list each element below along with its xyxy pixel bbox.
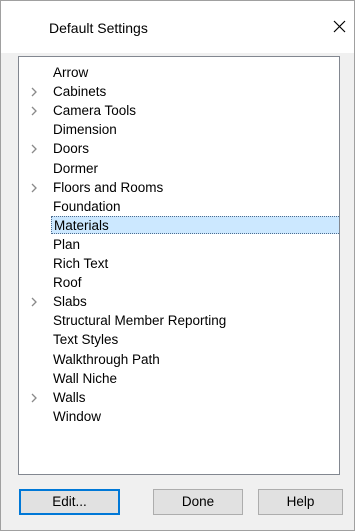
tree-item-plan[interactable]: Plan bbox=[19, 235, 339, 255]
tree-item-label: Plan bbox=[53, 236, 81, 252]
tree-item-label: Wall Niche bbox=[53, 370, 118, 386]
tree-item-label: Text Styles bbox=[53, 332, 119, 348]
tree-item-label: Camera Tools bbox=[53, 103, 137, 119]
tree-item-cabinets[interactable]: Cabinets bbox=[19, 82, 339, 102]
tree-item-label: Floors and Rooms bbox=[53, 179, 164, 195]
chevron-right-icon[interactable] bbox=[29, 296, 39, 308]
tree-item-label: Rich Text bbox=[53, 256, 109, 271]
tree-item-slabs[interactable]: Slabs bbox=[19, 292, 339, 312]
tree-item-label: Cabinets bbox=[53, 84, 107, 100]
done-button[interactable]: Done bbox=[153, 489, 243, 515]
tree-item-label: Materials bbox=[51, 215, 339, 234]
chevron-right-icon[interactable] bbox=[29, 392, 39, 404]
default-settings-dialog: Default Settings Arrow Cabinets Camera Too… bbox=[0, 0, 355, 531]
tree-item-walls[interactable]: Walls bbox=[19, 388, 339, 408]
tree-item-label: Structural Member Reporting bbox=[53, 313, 227, 329]
close-icon bbox=[333, 20, 345, 33]
tree-item-label: Foundation bbox=[53, 198, 121, 214]
tree-item-label: Arrow bbox=[53, 65, 89, 80]
tree-item-label: Walkthrough Path bbox=[53, 351, 160, 367]
edit-button[interactable]: Edit... bbox=[19, 489, 120, 515]
chevron-right-icon[interactable] bbox=[29, 105, 39, 117]
tree-item-label: Doors bbox=[53, 141, 90, 157]
tree-item-dimension[interactable]: Dimension bbox=[19, 120, 339, 140]
tree-item-floors-and-rooms[interactable]: Floors and Rooms bbox=[19, 178, 339, 198]
tree-item-roof[interactable]: Roof bbox=[19, 273, 339, 293]
tree-item-arrow[interactable]: Arrow bbox=[19, 63, 339, 83]
tree-item-structural-member-reporting[interactable]: Structural Member Reporting bbox=[19, 311, 339, 331]
dialog-title: Default Settings bbox=[49, 20, 148, 36]
tree-item-label: Slabs bbox=[53, 294, 87, 310]
help-button[interactable]: Help bbox=[258, 489, 343, 515]
title-bar: Default Settings bbox=[1, 1, 354, 53]
chevron-right-icon[interactable] bbox=[29, 143, 39, 155]
tree-item-label: Dimension bbox=[53, 122, 117, 138]
tree-item-label: Window bbox=[53, 408, 102, 424]
close-button[interactable] bbox=[326, 13, 352, 41]
chevron-right-icon[interactable] bbox=[29, 182, 39, 194]
tree-item-camera-tools[interactable]: Camera Tools bbox=[19, 101, 339, 121]
tree-item-dormer[interactable]: Dormer bbox=[19, 159, 339, 179]
tree-item-window[interactable]: Window bbox=[19, 407, 339, 427]
tree-item-label: Roof bbox=[53, 275, 82, 291]
tree-item-wall-niche[interactable]: Wall Niche bbox=[19, 369, 339, 389]
tree-item-doors[interactable]: Doors bbox=[19, 139, 339, 159]
tree-item-label: Dormer bbox=[53, 160, 99, 176]
tree-item-walkthrough-path[interactable]: Walkthrough Path bbox=[19, 350, 339, 370]
tree-item-text-styles[interactable]: Text Styles bbox=[19, 330, 339, 350]
chevron-right-icon[interactable] bbox=[29, 86, 39, 98]
settings-tree[interactable]: Arrow Cabinets Camera Tools Dimension Doors D… bbox=[18, 56, 340, 475]
tree-item-label: Walls bbox=[53, 389, 86, 405]
tree-item-materials[interactable]: Materials bbox=[19, 215, 339, 236]
tree-item-rich-text[interactable]: Rich Text bbox=[19, 254, 339, 274]
tree-item-foundation[interactable]: Foundation bbox=[19, 197, 339, 217]
